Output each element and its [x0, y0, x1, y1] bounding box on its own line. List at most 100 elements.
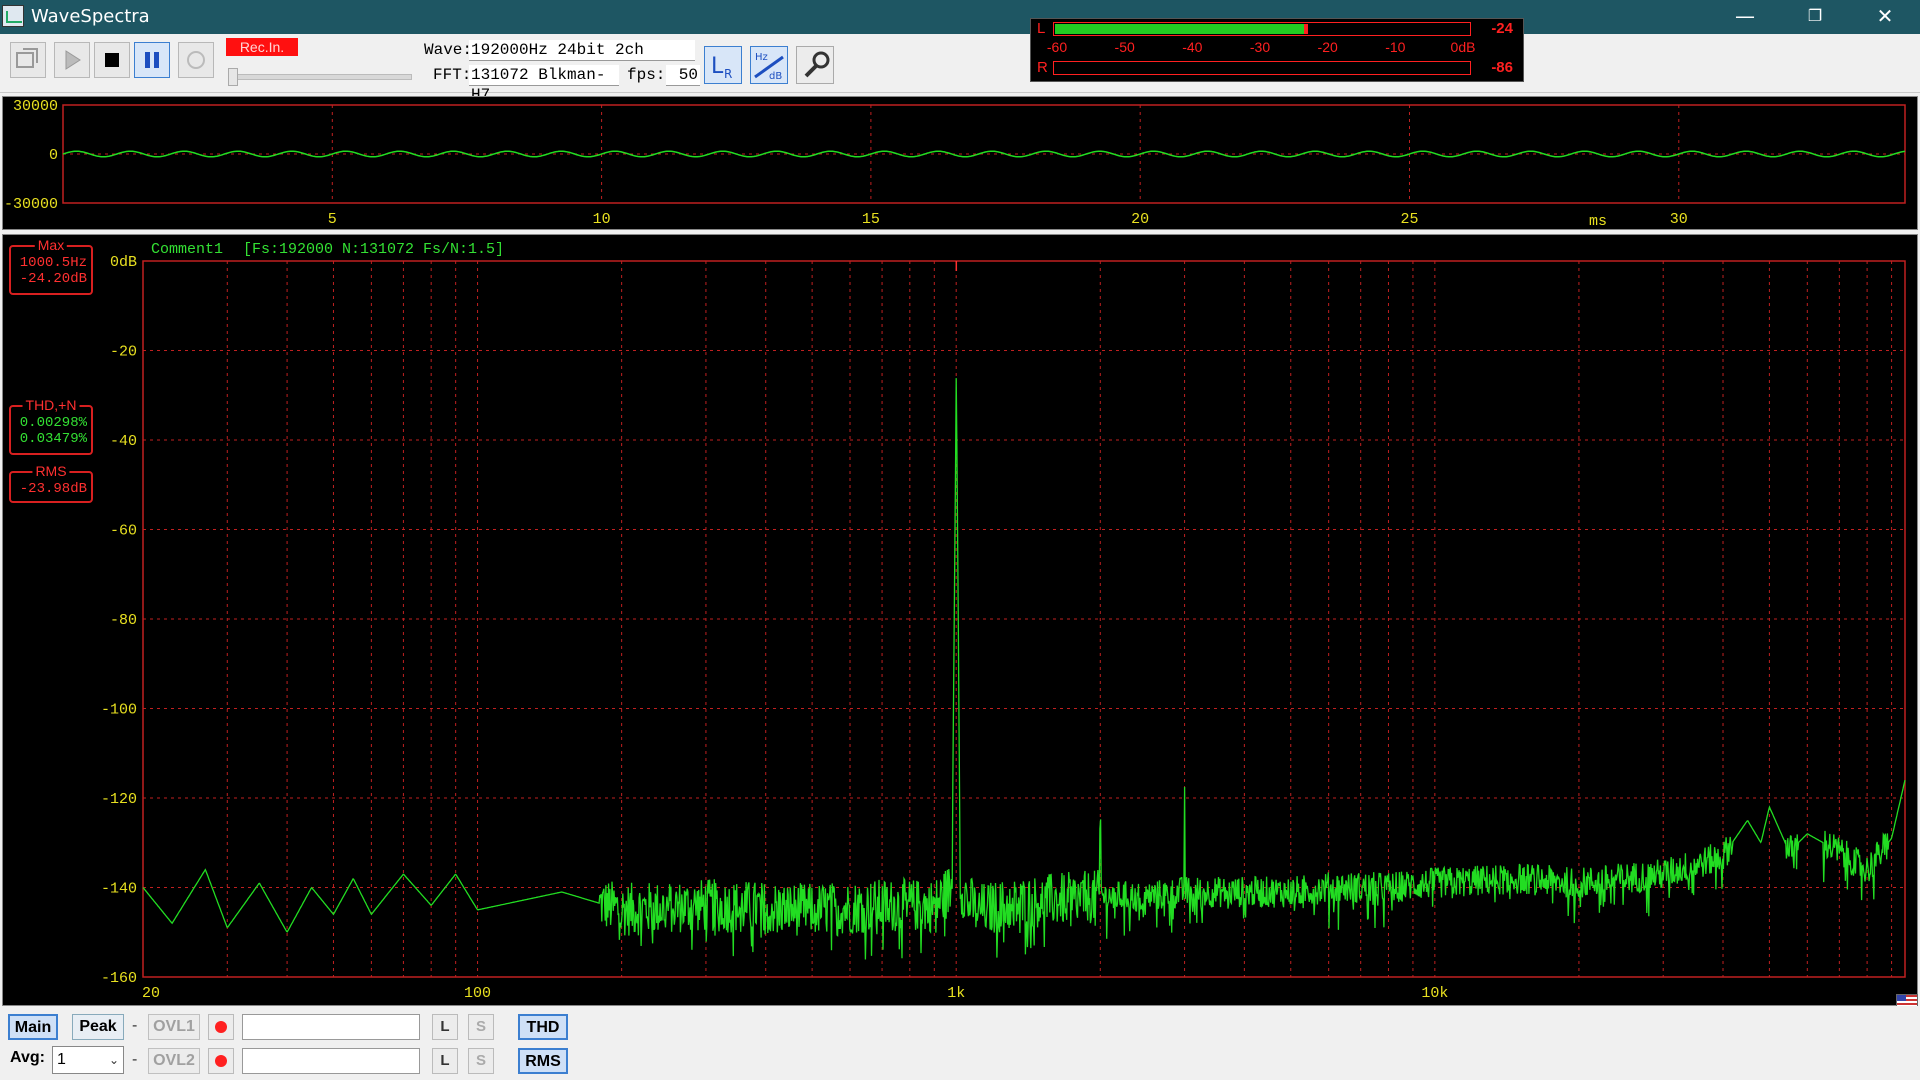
pause-button[interactable] — [134, 42, 170, 78]
rms-title: RMS — [32, 463, 70, 479]
play-icon — [65, 50, 81, 70]
stop-button[interactable] — [94, 42, 130, 78]
play-button[interactable] — [54, 42, 90, 78]
spectrum-params: [Fs:192000 N:131072 Fs/N:1.5] — [243, 241, 504, 258]
waveform-panel[interactable]: 5 10 15 20 25 30 ms 30000 0 -30000 — [2, 96, 1918, 230]
spectrum-plot: Comment1 [Fs:192000 N:131072 Fs/N:1.5] 0dB… — [101, 241, 1906, 1002]
waveform-y-tick: 30000 — [13, 98, 58, 115]
spectrum-y-tick: -160 — [101, 970, 137, 987]
waveform-x-tick: 5 — [328, 211, 337, 228]
max-info-box: Max 1000.5Hz -24.20dB — [9, 237, 93, 295]
avg-label: Avg: — [10, 1049, 45, 1066]
main-button[interactable]: Main — [8, 1014, 58, 1040]
restore-button[interactable]: ❐ — [1780, 0, 1850, 34]
peak-button[interactable]: Peak — [72, 1014, 124, 1040]
meter-scale-tick: 0dB — [1450, 39, 1476, 55]
waveform-x-tick: 15 — [862, 211, 880, 228]
fft-label: FFT: — [433, 66, 472, 84]
svg-text:Hz: Hz — [755, 52, 768, 63]
ovl2-name-field[interactable] — [242, 1048, 420, 1074]
avg-value: 1 — [57, 1051, 66, 1068]
fps-field[interactable]: 50 — [666, 65, 700, 86]
rms-value: -23.98dB — [19, 481, 87, 497]
svg-text:dB: dB — [769, 71, 782, 82]
open-button[interactable] — [10, 42, 46, 78]
meter-scale: -60 -50 -40 -30 -20 -10 0dB — [1047, 39, 1476, 57]
spectrum-y-tick: -100 — [101, 702, 137, 719]
waveform-plot: 5 10 15 20 25 30 ms 30000 0 -30000 — [4, 98, 1906, 229]
rms-button[interactable]: RMS — [518, 1048, 568, 1074]
ovl1-record-button[interactable] — [208, 1014, 234, 1040]
meter-left-value: -24 — [1491, 20, 1513, 37]
meter-left-label: L — [1037, 20, 1046, 37]
spectrum-x-tick: 100 — [464, 985, 491, 1002]
meter-right-value: -86 — [1491, 59, 1513, 76]
spectrum-y-tick: -120 — [101, 791, 137, 808]
settings-wrench-icon — [804, 51, 830, 78]
max-title: Max — [34, 237, 68, 253]
window-title: WaveSpectra — [31, 6, 150, 27]
spectrum-panel[interactable]: Comment1 [Fs:192000 N:131072 Fs/N:1.5] 0dB… — [2, 234, 1918, 1006]
dash-2: - — [132, 1051, 138, 1068]
thd-button[interactable]: THD — [518, 1014, 568, 1040]
ovl1-load-button[interactable]: L — [432, 1014, 458, 1040]
ovl2-button[interactable]: OVL2 — [148, 1048, 200, 1074]
close-button[interactable]: ✕ — [1850, 0, 1920, 34]
position-slider-thumb[interactable] — [228, 68, 238, 86]
thd-info-box: THD,+N 0.00298% 0.03479% — [9, 397, 93, 455]
meter-right-label: R — [1037, 59, 1048, 76]
bottom-controls: Main Peak - OVL1 L S THD Avg: 1 ⌄ - OVL2… — [0, 1006, 1920, 1080]
meter-left-peak — [1303, 24, 1308, 34]
hz-db-scale-icon: HzdB — [754, 52, 784, 82]
avg-select[interactable]: 1 ⌄ — [52, 1046, 124, 1074]
level-meter: L -24 -60 -50 -40 -30 -20 -10 0dB R -86 — [1030, 18, 1524, 82]
record-button[interactable] — [178, 42, 214, 78]
meter-scale-tick: -50 — [1114, 39, 1135, 55]
waveform-x-tick: 25 — [1400, 211, 1418, 228]
spectrum-x-tick: 20 — [142, 985, 160, 1002]
max-frequency: 1000.5Hz — [19, 255, 87, 271]
hz-db-scale-button[interactable]: Hz dB — [750, 46, 788, 84]
spectrum-y-tick: -80 — [110, 612, 137, 629]
wave-label: Wave: — [424, 41, 473, 59]
ovl2-load-button[interactable]: L — [432, 1048, 458, 1074]
spectrum-x-tick: 10k — [1421, 985, 1448, 1002]
position-slider[interactable] — [230, 74, 412, 80]
chevron-down-icon: ⌄ — [108, 1053, 119, 1067]
rec-input-label[interactable]: Rec.In. — [226, 38, 298, 56]
minimize-button[interactable]: — — [1710, 0, 1780, 34]
fft-setting-field[interactable]: 131072 Blkman-H7 — [469, 65, 619, 104]
ovl2-record-button[interactable] — [208, 1048, 234, 1074]
spectrum-y-tick: -60 — [110, 523, 137, 540]
meter-scale-tick: -20 — [1317, 39, 1338, 55]
spectrum-trace — [142, 378, 1906, 960]
meter-right-bar — [1053, 61, 1471, 75]
waveform-x-unit: ms — [1589, 213, 1607, 229]
pause-icon — [145, 52, 159, 68]
svg-text:L: L — [711, 54, 724, 79]
app-icon[interactable] — [2, 5, 24, 27]
meter-left-fill — [1055, 24, 1305, 34]
spectrum-y-tick: -20 — [110, 344, 137, 361]
ovl1-name-field[interactable] — [242, 1014, 420, 1040]
ovl1-button[interactable]: OVL1 — [148, 1014, 200, 1040]
ovl1-save-button[interactable]: S — [468, 1014, 494, 1040]
thd-value: 0.00298% — [19, 415, 87, 431]
ovl2-save-button[interactable]: S — [468, 1048, 494, 1074]
title-bar: WaveSpectra — ❐ ✕ — [0, 0, 1920, 34]
lr-channel-button[interactable]: LR — [704, 46, 742, 84]
waveform-y-tick: 0 — [49, 147, 58, 164]
spectrum-y-tick: -40 — [110, 433, 137, 450]
meter-scale-tick: -30 — [1249, 39, 1271, 55]
dash-1: - — [132, 1017, 138, 1034]
spectrum-comment: Comment1 — [151, 241, 223, 258]
open-icon — [16, 48, 38, 68]
thdn-value: 0.03479% — [19, 431, 87, 447]
meter-scale-tick: -40 — [1182, 39, 1203, 55]
spectrum-y-tick: 0dB — [110, 254, 137, 271]
record-icon — [187, 51, 205, 69]
stop-icon — [105, 53, 119, 67]
lr-channel-icon: LR — [711, 54, 732, 81]
wave-format-field[interactable]: 192000Hz 24bit 2ch — [469, 40, 695, 61]
settings-button[interactable] — [796, 46, 834, 84]
